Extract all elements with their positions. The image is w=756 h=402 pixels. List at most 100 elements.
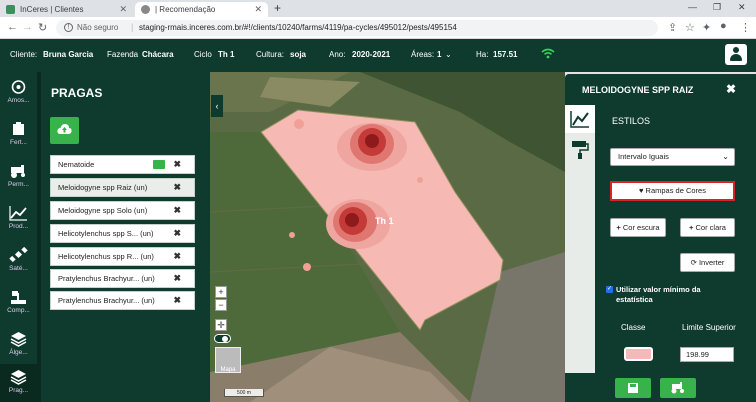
menu-icon[interactable]: ⋮ bbox=[740, 21, 751, 34]
close-icon[interactable]: ✖ bbox=[726, 82, 736, 96]
nav-label: Comp... bbox=[7, 307, 30, 314]
chevron-down-icon: ⌄ bbox=[722, 152, 729, 161]
separator: | bbox=[131, 22, 134, 32]
light-color-button[interactable]: + Cor clara bbox=[680, 218, 735, 237]
fazenda-value[interactable]: Chácara bbox=[142, 50, 174, 59]
window-close-icon[interactable]: ✕ bbox=[738, 2, 746, 13]
close-icon[interactable]: ✖ bbox=[173, 225, 181, 242]
nav-item-permanente[interactable]: Perm... bbox=[0, 158, 37, 196]
zoom-out-button[interactable]: − bbox=[215, 299, 227, 311]
nav-item-algebra[interactable]: Álge... bbox=[0, 326, 37, 364]
layers-icon bbox=[10, 370, 27, 385]
upload-button[interactable] bbox=[50, 117, 79, 144]
user-button[interactable] bbox=[725, 44, 747, 65]
address-bar[interactable]: ! Não seguro | staging-rmais.inceres.com… bbox=[56, 20, 658, 36]
nav-item-amostragem[interactable]: Amos... bbox=[0, 74, 37, 112]
style-panel: MELOIDOGYNE SPP RAIZ ✖ ESTILOS Intervalo… bbox=[565, 74, 756, 402]
extension-icon[interactable]: ✦ bbox=[702, 21, 711, 34]
list-item[interactable]: Meloidogyne spp Solo (un) ✖ bbox=[50, 201, 195, 220]
tab-style[interactable] bbox=[565, 135, 595, 163]
invert-button[interactable]: ⟳ Inverter bbox=[680, 253, 735, 272]
column-header-limite: Limite Superior bbox=[682, 323, 736, 332]
browser-toolbar: ← → ↻ ! Não seguro | staging-rmais.incer… bbox=[0, 17, 756, 39]
list-item-label: Meloidogyne spp Solo (un) bbox=[58, 206, 148, 215]
apply-button[interactable] bbox=[660, 378, 696, 398]
url-text: staging-rmais.inceres.com.br/#!/clients/… bbox=[139, 23, 457, 32]
tab-close-icon[interactable]: ✕ bbox=[254, 2, 262, 17]
close-icon[interactable]: ✖ bbox=[173, 248, 181, 265]
panel-title: MELOIDOGYNE SPP RAIZ bbox=[582, 85, 694, 95]
nav-item-fertilidade[interactable]: Fert... bbox=[0, 116, 37, 154]
minimize-icon[interactable]: — bbox=[688, 2, 697, 12]
close-icon[interactable]: ✖ bbox=[173, 292, 181, 309]
browser-tab-recomendacao[interactable]: | Recomendação ✕ bbox=[135, 2, 268, 17]
areas-value[interactable]: 1 bbox=[437, 50, 441, 59]
layer-toggle[interactable] bbox=[214, 334, 231, 343]
restore-icon[interactable]: ❐ bbox=[713, 2, 721, 13]
tractor-icon[interactable] bbox=[153, 160, 165, 169]
collapse-panel-button[interactable]: ‹ bbox=[211, 95, 223, 117]
star-icon[interactable]: ☆ bbox=[685, 21, 695, 34]
list-item[interactable]: Helicotylenchus spp S... (un) ✖ bbox=[50, 224, 195, 243]
min-value-checkbox[interactable]: ✓ bbox=[606, 286, 613, 293]
sync-icon: ⟳ bbox=[690, 258, 697, 267]
nav-label: Perm... bbox=[8, 181, 29, 188]
fertility-icon bbox=[13, 122, 24, 135]
nav-label: Prag... bbox=[8, 387, 29, 394]
column-header-classe: Classe bbox=[621, 323, 646, 332]
cultura-value[interactable]: soja bbox=[290, 50, 306, 59]
nav-item-produtividade[interactable]: Prod... bbox=[0, 200, 37, 238]
share-icon[interactable]: ⇪ bbox=[668, 21, 677, 34]
section-title: ESTILOS bbox=[612, 116, 651, 126]
class-color-swatch[interactable] bbox=[624, 347, 653, 361]
ano-value[interactable]: 2020-2021 bbox=[352, 50, 390, 59]
chevron-down-icon[interactable]: ⌄ bbox=[445, 50, 452, 59]
fullscreen-icon[interactable]: ✛ bbox=[215, 319, 227, 331]
ciclo-value[interactable]: Th 1 bbox=[218, 50, 234, 59]
scale-bar: 500 m bbox=[224, 389, 264, 397]
profile-icon[interactable]: ● bbox=[720, 20, 727, 32]
style-panel-body: ESTILOS Intervalo Iguais ⌄ ♥ Rampas de C… bbox=[595, 105, 756, 385]
plus-icon: + bbox=[689, 223, 694, 232]
list-item-label: Pratylenchus Brachyur... (un) bbox=[58, 296, 155, 305]
save-button[interactable] bbox=[615, 378, 651, 398]
pragas-panel: PRAGAS Nematoide ✖ Meloidogyne spp Raiz (… bbox=[37, 72, 210, 402]
cliente-value[interactable]: Bruna Garcia bbox=[43, 50, 93, 59]
tractor-icon bbox=[11, 165, 25, 178]
list-item[interactable]: Meloidogyne spp Raiz (un) ✖ bbox=[50, 178, 195, 197]
nav-item-pragas[interactable]: Prag... bbox=[0, 364, 37, 402]
map-canvas[interactable]: Th 1 bbox=[210, 72, 565, 402]
nav-label: Prod... bbox=[8, 223, 29, 230]
button-label: Cor escura bbox=[622, 223, 660, 232]
sampling-icon bbox=[11, 80, 26, 94]
zoom-in-button[interactable]: + bbox=[215, 286, 227, 298]
map-type-button[interactable]: Mapa bbox=[215, 347, 241, 373]
close-icon[interactable]: ✖ bbox=[173, 270, 181, 287]
button-label: Inverter bbox=[698, 258, 725, 267]
close-icon[interactable]: ✖ bbox=[173, 179, 181, 196]
browser-tab-clientes[interactable]: InCeres | Clientes ✕ bbox=[0, 2, 133, 17]
reload-icon[interactable]: ↻ bbox=[38, 21, 47, 34]
close-icon[interactable]: ✖ bbox=[173, 156, 181, 173]
ha-label: Ha: bbox=[476, 50, 489, 59]
list-item[interactable]: Pratylenchus Brachyur... (un) ✖ bbox=[50, 291, 195, 310]
list-item-label: Helicotylenchus spp R... (un) bbox=[58, 252, 154, 261]
color-ramps-button[interactable]: ♥ Rampas de Cores bbox=[610, 181, 735, 201]
list-item[interactable]: Pratylenchus Brachyur... (un) ✖ bbox=[50, 269, 195, 288]
nav-label: Álge... bbox=[9, 349, 28, 356]
nav-item-compactacao[interactable]: Comp... bbox=[0, 284, 37, 322]
list-item[interactable]: Nematoide ✖ bbox=[50, 155, 195, 174]
tab-chart[interactable] bbox=[565, 105, 595, 133]
upper-limit-input[interactable]: 198.99 bbox=[680, 347, 734, 362]
close-icon[interactable]: ✖ bbox=[173, 202, 181, 219]
back-icon[interactable]: ← bbox=[7, 21, 18, 33]
list-item[interactable]: Helicotylenchus spp R... (un) ✖ bbox=[50, 247, 195, 266]
tab-close-icon[interactable]: ✕ bbox=[119, 2, 127, 17]
interval-select[interactable]: Intervalo Iguais ⌄ bbox=[610, 148, 735, 166]
new-tab-button[interactable]: + bbox=[274, 1, 281, 15]
nav-item-satelite[interactable]: Saté... bbox=[0, 242, 37, 280]
tab-title: | Recomendação bbox=[155, 5, 216, 14]
save-icon bbox=[628, 383, 638, 393]
forward-icon[interactable]: → bbox=[22, 21, 33, 33]
dark-color-button[interactable]: + Cor escura bbox=[610, 218, 666, 237]
